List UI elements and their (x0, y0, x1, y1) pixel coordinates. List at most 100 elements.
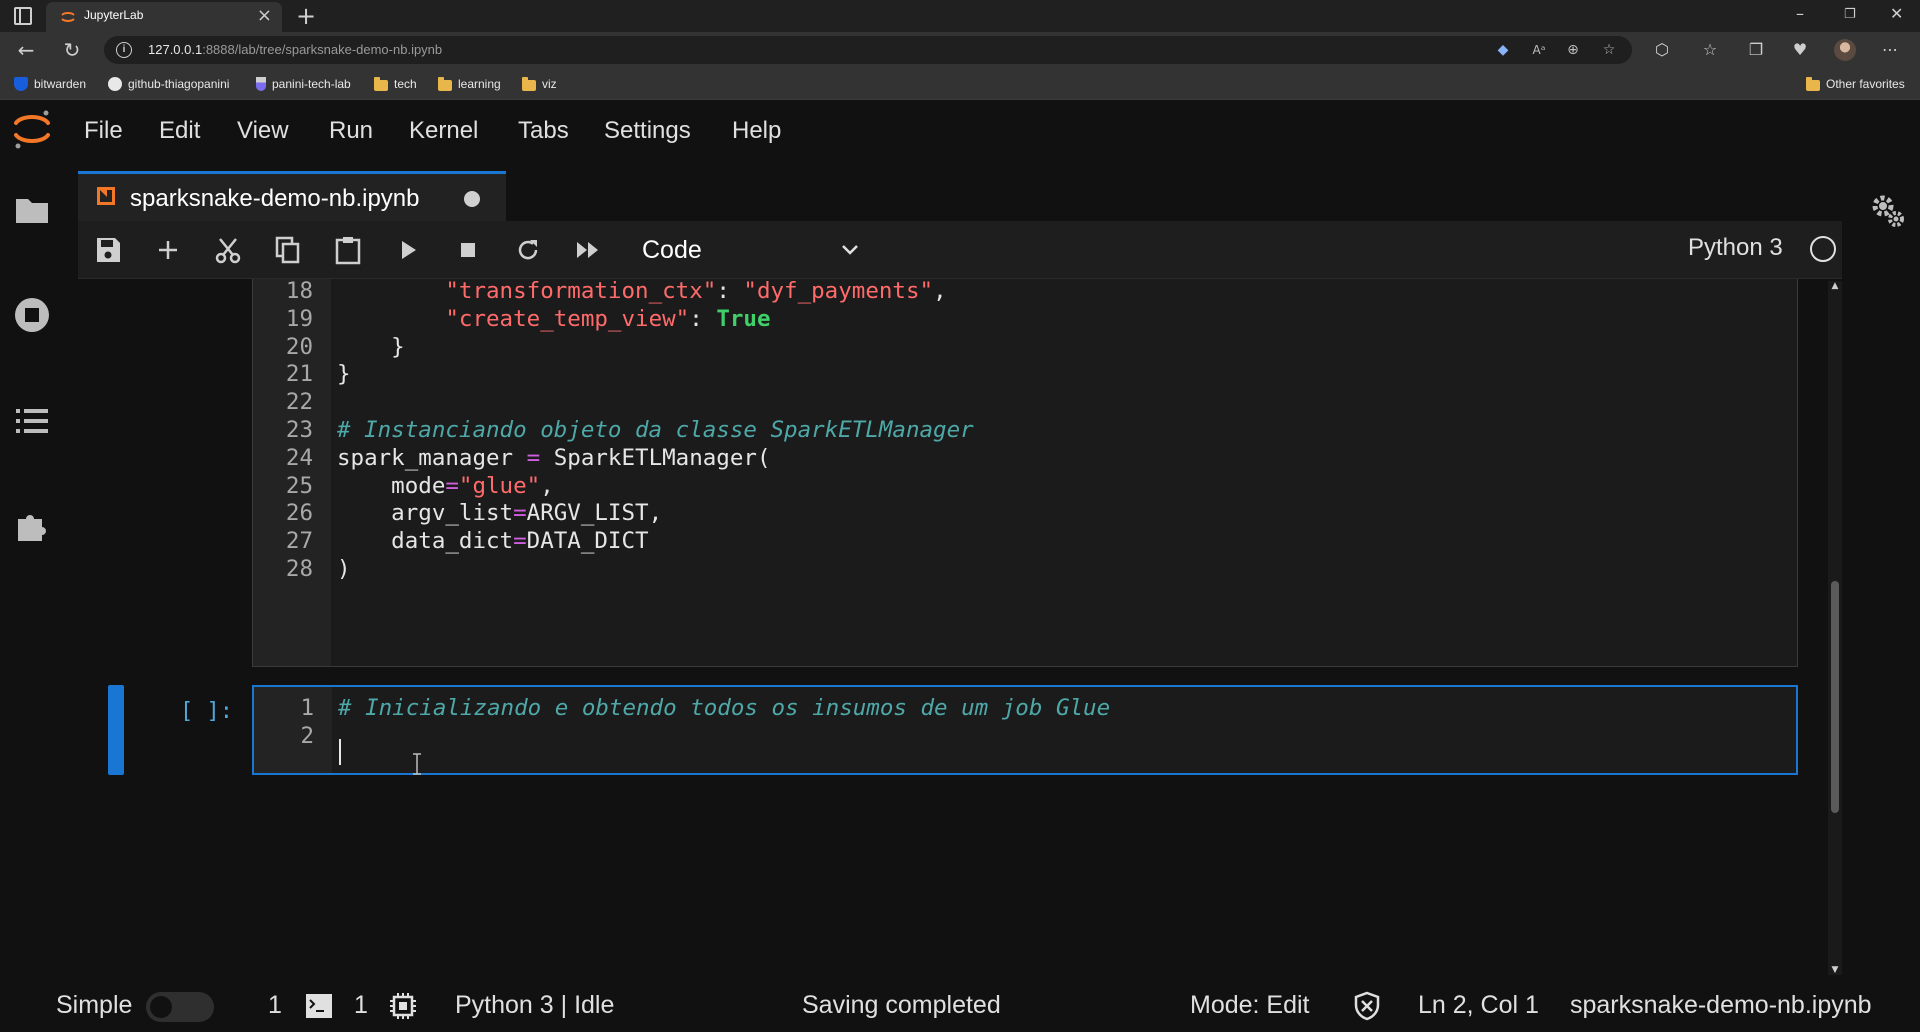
bookmark-tech[interactable]: tech (374, 76, 417, 92)
minimize-icon[interactable]: – (1796, 4, 1804, 23)
address-bar[interactable]: i 127.0.0.1:8888/lab/tree/sparksnake-dem… (104, 36, 1632, 64)
bookmark-panini-tech-lab[interactable]: panini-tech-lab (256, 76, 351, 92)
kernels-count[interactable]: 1 (354, 991, 368, 1020)
code-token: "transformation_ctx" (445, 279, 717, 304)
browser-tab[interactable]: JupyterLab × (46, 2, 282, 32)
site-info-icon[interactable]: i (116, 42, 132, 58)
menu-view[interactable]: View (237, 117, 289, 145)
terminals-count[interactable]: 1 (268, 991, 282, 1020)
status-bar: Simple 1 1 Python 3 | Idle Saving comple… (0, 977, 1920, 1032)
new-tab-icon[interactable]: + (296, 2, 316, 30)
property-inspector-gears-icon[interactable] (1868, 191, 1908, 231)
simple-mode-toggle[interactable] (146, 992, 214, 1022)
right-sidebar (1856, 157, 1920, 977)
kernel-status-text[interactable]: Python 3 | Idle (455, 991, 614, 1020)
kernel-idle-status-icon (1810, 236, 1836, 262)
cursor-position-text[interactable]: Ln 2, Col 1 (1418, 991, 1539, 1020)
menu-kernel[interactable]: Kernel (409, 117, 478, 145)
bookmark-viz[interactable]: viz (522, 76, 557, 92)
code-token: = (445, 472, 459, 499)
table-of-contents-icon[interactable] (14, 403, 50, 439)
unsaved-changes-dot[interactable] (464, 191, 480, 207)
kernel-chip-icon[interactable] (388, 991, 418, 1021)
back-icon[interactable]: ← (16, 40, 36, 60)
kernel-name[interactable]: Python 3 (1688, 234, 1783, 262)
stop-icon[interactable] (452, 234, 484, 266)
cell-editor[interactable]: 18 "transformation_ctx": "dyf_payments",… (252, 279, 1798, 667)
close-window-icon[interactable]: ✕ (1890, 4, 1903, 23)
favorites-icon[interactable]: ☆ (1700, 40, 1720, 60)
active-code-cell[interactable]: [ ]: 1 # Inicializando e obtendo todos os… (78, 685, 1798, 777)
menu-settings[interactable]: Settings (604, 117, 691, 145)
tag-icon[interactable]: ◆ (1494, 41, 1512, 59)
collections-icon[interactable]: ❐ (1746, 40, 1766, 60)
menu-file[interactable]: File (84, 117, 123, 145)
scrollbar-thumb[interactable] (1831, 581, 1839, 813)
favorite-add-icon[interactable]: ☆ (1600, 41, 1618, 59)
close-tab-icon[interactable]: × (257, 6, 272, 26)
code-text[interactable]: ) (337, 552, 351, 586)
scroll-up-arrow-icon[interactable]: ▲ (1830, 281, 1840, 291)
zoom-icon[interactable]: ⊕ (1564, 41, 1582, 59)
jupyterlab-topbar: File Edit View Run Kernel Tabs Settings … (0, 101, 1920, 157)
scroll-down-arrow-icon[interactable]: ▼ (1830, 965, 1840, 975)
notebook-scrollbar[interactable]: ▲ ▼ (1828, 281, 1842, 975)
code-line[interactable]: 28) (253, 552, 1797, 586)
jupyter-logo-icon[interactable] (10, 105, 54, 153)
cell-type-dropdown[interactable]: Code (642, 233, 862, 267)
copy-icon[interactable] (272, 234, 304, 266)
menu-run[interactable]: Run (329, 117, 373, 145)
sidebar-toggle-icon[interactable] (14, 7, 32, 25)
paste-icon[interactable] (332, 234, 364, 266)
notebook-tab[interactable]: sparksnake-demo-nb.ipynb (78, 171, 506, 221)
toggle-knob (150, 996, 172, 1018)
menu-tabs[interactable]: Tabs (518, 117, 569, 145)
bookmark-learning[interactable]: learning (438, 76, 501, 92)
browser-titlebar: JupyterLab × + – ❐ ✕ (0, 0, 1920, 32)
bookmark-label: bitwarden (34, 77, 87, 91)
bookmark-github[interactable]: github-thiagopanini (108, 76, 229, 92)
extensions-icon[interactable]: ⬡ (1652, 40, 1672, 60)
restart-kernel-icon[interactable] (512, 234, 544, 266)
save-icon[interactable] (92, 234, 124, 266)
line-number: 2 (300, 722, 314, 749)
mouse-ibeam-cursor-icon (413, 753, 421, 775)
extension-manager-icon[interactable] (14, 507, 50, 543)
terminal-icon[interactable] (304, 991, 334, 1021)
add-cell-icon[interactable] (152, 234, 184, 266)
code-token: SparkETLManager( (540, 444, 771, 471)
url-text[interactable]: 127.0.0.1:8888/lab/tree/sparksnake-demo-… (148, 42, 442, 57)
url-host: 127.0.0.1 (148, 42, 203, 57)
menu-help[interactable]: Help (732, 117, 781, 145)
cut-icon[interactable] (212, 234, 244, 266)
trusted-shield-icon[interactable] (1352, 991, 1382, 1021)
code-token: = (526, 444, 541, 471)
restore-icon[interactable]: ❐ (1844, 7, 1856, 22)
folder-icon (1806, 76, 1820, 91)
code-line[interactable]: 2 (254, 719, 1796, 753)
reload-icon[interactable]: ↻ (62, 40, 82, 60)
bookmark-other-favorites[interactable]: Other favorites (1806, 76, 1905, 92)
flask-icon (256, 77, 266, 91)
notebook-panel[interactable]: 18 "transformation_ctx": "dyf_payments",… (78, 279, 1842, 975)
menu-edit[interactable]: Edit (159, 117, 200, 145)
restart-run-all-icon[interactable] (572, 234, 604, 266)
cell-editor[interactable]: 1 # Inicializando e obtendo todos os insu… (252, 685, 1798, 775)
running-sessions-icon[interactable] (14, 297, 50, 333)
bookmark-label: learning (458, 77, 501, 91)
browser-essentials-icon[interactable]: ♥ (1790, 40, 1810, 60)
bookmark-bitwarden[interactable]: bitwarden (14, 76, 86, 92)
more-menu-icon[interactable]: ⋯ (1880, 40, 1900, 60)
profile-avatar[interactable] (1834, 39, 1856, 61)
read-aloud-icon[interactable]: Aᵃ (1530, 41, 1548, 59)
folder-browser-icon[interactable] (14, 191, 50, 227)
code-cell[interactable]: 18 "transformation_ctx": "dyf_payments",… (78, 279, 1798, 695)
run-icon[interactable] (392, 234, 424, 266)
chevron-down-icon (842, 245, 858, 255)
bookmarks-bar: bitwarden github-thiagopanini panini-tec… (0, 68, 1920, 100)
cell-collapser[interactable] (108, 685, 124, 775)
code-token: "glue" (458, 472, 541, 499)
code-token: "create_temp_view" (445, 305, 690, 332)
folder-icon (438, 76, 452, 91)
